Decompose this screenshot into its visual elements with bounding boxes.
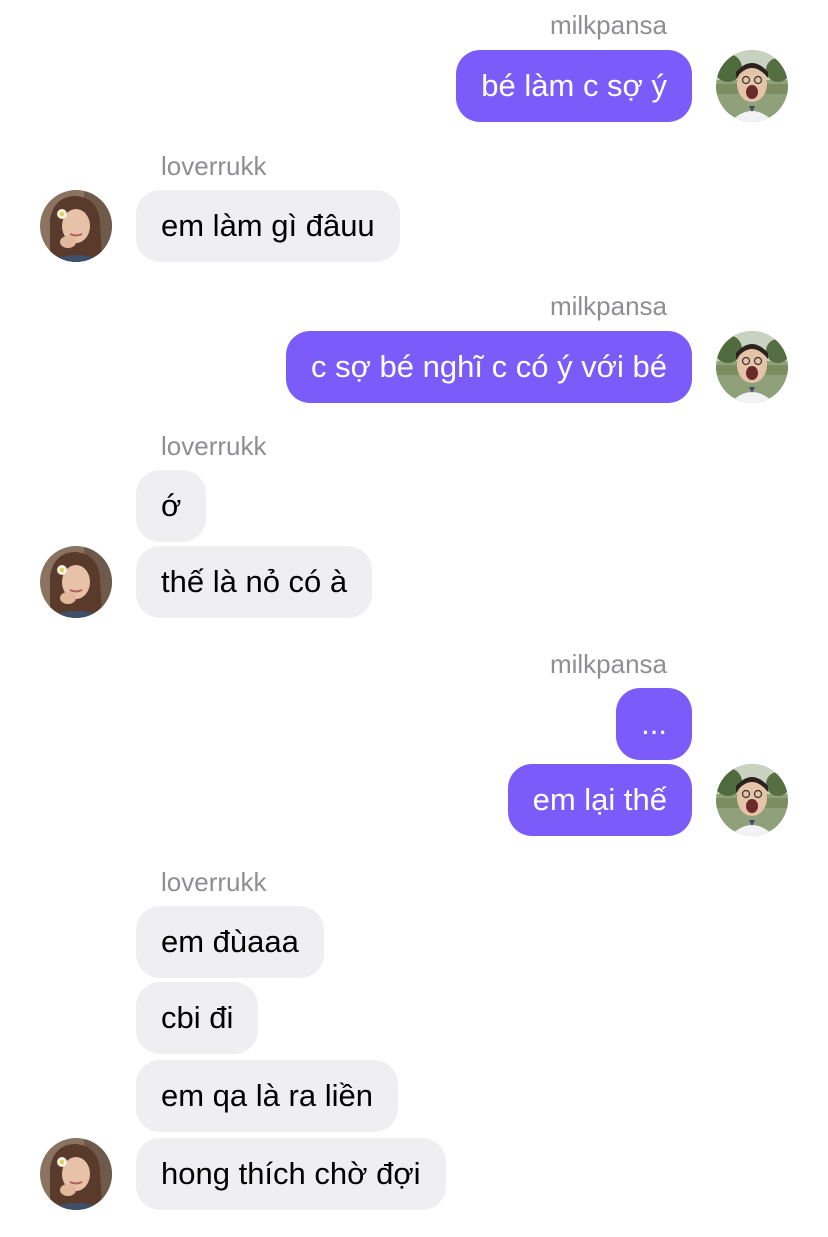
incoming-message-bubble[interactable]: thế là nỏ có à [136, 546, 373, 618]
photo-avatar-outdoor [716, 764, 788, 836]
incoming-message-bubble[interactable]: hong thích chờ đợi [136, 1138, 446, 1210]
incoming-message-bubble[interactable]: ớ [136, 470, 207, 542]
sender-name-loverrukk: loverrukk [161, 867, 267, 897]
user-avatar-loverrukk[interactable] [40, 190, 112, 262]
photo-avatar-girl [40, 1138, 112, 1210]
chat-thread: milkpansa bé làm c sợ ý loverrukk em làm… [0, 0, 828, 1237]
user-avatar-loverrukk[interactable] [40, 1138, 112, 1210]
incoming-message-bubble[interactable]: em đùaaa [136, 906, 324, 978]
sender-name-milkpansa: milkpansa [549, 10, 667, 40]
user-avatar-milkpansa[interactable] [716, 331, 788, 403]
user-avatar-milkpansa[interactable] [716, 764, 788, 836]
photo-avatar-girl [40, 190, 112, 262]
sender-name-loverrukk: loverrukk [161, 151, 267, 181]
photo-avatar-outdoor [716, 331, 788, 403]
outgoing-message-bubble[interactable]: em lại thế [507, 764, 692, 836]
user-avatar-loverrukk[interactable] [40, 546, 112, 618]
user-avatar-milkpansa[interactable] [716, 50, 788, 122]
outgoing-message-bubble[interactable]: bé làm c sợ ý [456, 50, 692, 122]
sender-name-milkpansa: milkpansa [549, 649, 667, 679]
incoming-message-bubble[interactable]: em qa là ra liền [136, 1060, 398, 1132]
sender-name-loverrukk: loverrukk [161, 431, 267, 461]
incoming-message-bubble[interactable]: em làm gì đâuu [136, 190, 400, 262]
sender-name-milkpansa: milkpansa [549, 291, 667, 321]
outgoing-message-bubble[interactable]: ... [616, 688, 692, 760]
outgoing-message-bubble[interactable]: c sợ bé nghĩ c có ý với bé [286, 331, 692, 403]
incoming-message-bubble[interactable]: cbi đi [136, 982, 259, 1054]
photo-avatar-outdoor [716, 50, 788, 122]
photo-avatar-girl [40, 546, 112, 618]
